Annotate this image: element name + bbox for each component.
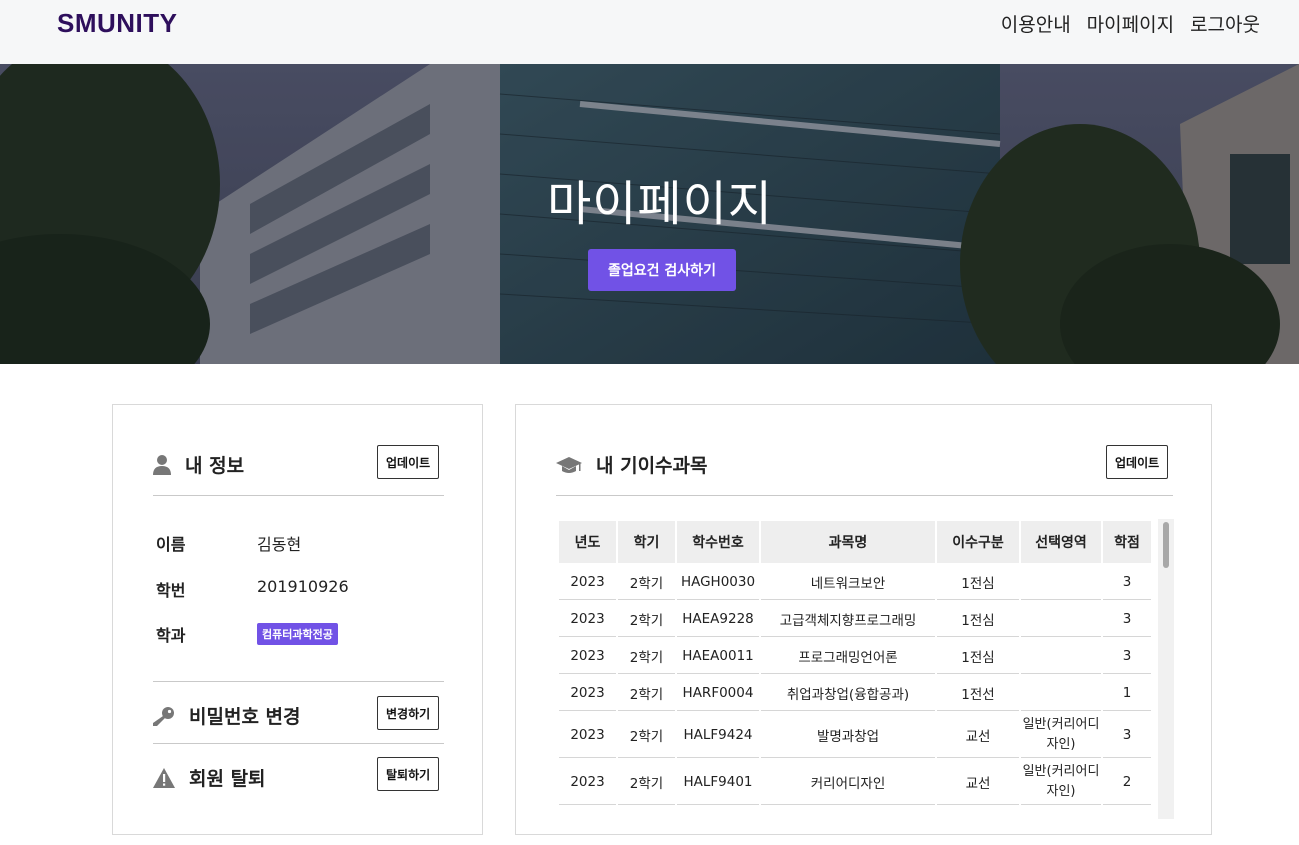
cell-area (1021, 602, 1101, 637)
cell-credits: 3 (1103, 602, 1151, 637)
cell-category: 1전심 (937, 639, 1019, 674)
divider (153, 495, 444, 496)
table-row: 2023 2학기 HAGH0030 네트워크보안 1전심 3 (559, 565, 1151, 600)
cell-semester: 2학기 (618, 713, 675, 758)
cell-credits: 2 (1103, 760, 1151, 805)
col-category: 이수구분 (937, 521, 1019, 563)
cell-area (1021, 676, 1101, 711)
name-label: 이름 (156, 535, 186, 554)
courses-title: 내 기이수과목 (596, 455, 708, 477)
key-icon (153, 706, 174, 726)
password-header: 비밀번호 변경 (153, 702, 301, 729)
table-row: 2023 2학기 HALF9424 발명과창업 교선 일반(커리어디자인) 3 (559, 713, 1151, 758)
scrollbar-thumb[interactable] (1163, 522, 1169, 568)
divider (556, 495, 1173, 496)
profile-update-button[interactable]: 업데이트 (377, 445, 440, 479)
cell-course-name: 취업과창업(융합공과) (761, 676, 935, 711)
cell-course-code: HALF9401 (677, 760, 759, 805)
withdraw-button[interactable]: 탈퇴하기 (377, 757, 440, 791)
cell-credits: 1 (1103, 676, 1151, 711)
cell-course-code: HAEA9228 (677, 602, 759, 637)
cell-credits: 3 (1103, 713, 1151, 758)
col-area: 선택영역 (1021, 521, 1101, 563)
withdraw-title: 회원 탈퇴 (189, 768, 266, 790)
cell-category: 1전심 (937, 565, 1019, 600)
cell-semester: 2학기 (618, 676, 675, 711)
cell-course-name: 발명과창업 (761, 713, 935, 758)
cell-year: 2023 (559, 602, 616, 637)
cell-category: 1전선 (937, 676, 1019, 711)
table-row: 2023 2학기 HAEA0011 프로그래밍언어론 1전심 3 (559, 639, 1151, 674)
student-id-value: 201910926 (257, 577, 349, 596)
courses-update-button[interactable]: 업데이트 (1106, 445, 1169, 479)
password-title: 비밀번호 변경 (189, 706, 301, 728)
cell-semester: 2학기 (618, 760, 675, 805)
table-row: 2023 2학기 HAEA9228 고급객체지향프로그래밍 1전심 3 (559, 602, 1151, 637)
courses-table: 년도 학기 학수번호 과목명 이수구분 선택영역 학점 2023 2학기 HAGH0… (557, 519, 1153, 807)
cell-course-name: 커리어디자인 (761, 760, 935, 805)
cell-course-code: HARF0004 (677, 676, 759, 711)
table-header-row: 년도 학기 학수번호 과목명 이수구분 선택영역 학점 (559, 521, 1151, 563)
profile-card: 내 정보 업데이트 이름 김동현 학번 201910926 학과 컴퓨터과학전공… (112, 404, 483, 835)
warning-icon (153, 767, 175, 788)
user-icon (153, 454, 171, 475)
cell-semester: 2학기 (618, 602, 675, 637)
cell-category: 교선 (937, 713, 1019, 758)
cell-credits: 3 (1103, 639, 1151, 674)
top-navbar: SMUNITY 이용안내 마이페이지 로그아웃 (0, 0, 1299, 64)
cell-course-name: 프로그래밍언어론 (761, 639, 935, 674)
cell-year: 2023 (559, 565, 616, 600)
table-row: 2023 2학기 HARF0004 취업과창업(융합공과) 1전선 1 (559, 676, 1151, 711)
graduation-cap-icon (556, 456, 582, 473)
cell-course-code: HALF9424 (677, 713, 759, 758)
table-row: 2023 2학기 HALF9401 커리어디자인 교선 일반(커리어디자인) 2 (559, 760, 1151, 805)
courses-card: 내 기이수과목 업데이트 년도 학기 학수번호 과목명 이수구분 선택영역 학점… (515, 404, 1212, 835)
courses-table-container[interactable]: 년도 학기 학수번호 과목명 이수구분 선택영역 학점 2023 2학기 HAGH0… (557, 519, 1174, 819)
courses-header: 내 기이수과목 (556, 451, 708, 478)
cell-category: 교선 (937, 760, 1019, 805)
nav-menu: 이용안내 마이페이지 로그아웃 (1001, 10, 1260, 37)
col-credits: 학점 (1103, 521, 1151, 563)
profile-title: 내 정보 (185, 455, 245, 477)
site-logo[interactable]: SMUNITY (57, 8, 178, 39)
hero-banner: 마이페이지 졸업요건 검사하기 (0, 64, 1299, 364)
col-course-name: 과목명 (761, 521, 935, 563)
cell-course-name: 네트워크보안 (761, 565, 935, 600)
col-year: 년도 (559, 521, 616, 563)
student-id-label: 학번 (156, 581, 186, 600)
cell-credits: 3 (1103, 565, 1151, 600)
cell-year: 2023 (559, 760, 616, 805)
nav-guide-link[interactable]: 이용안내 (1001, 10, 1071, 37)
col-semester: 학기 (618, 521, 675, 563)
department-label: 학과 (156, 626, 186, 645)
table-scrollbar[interactable] (1158, 519, 1174, 819)
cell-course-code: HAEA0011 (677, 639, 759, 674)
check-graduation-button[interactable]: 졸업요건 검사하기 (588, 249, 736, 291)
cell-semester: 2학기 (618, 639, 675, 674)
cell-year: 2023 (559, 713, 616, 758)
cell-semester: 2학기 (618, 565, 675, 600)
divider (153, 743, 444, 744)
cell-area (1021, 565, 1101, 600)
cell-category: 1전심 (937, 602, 1019, 637)
cell-year: 2023 (559, 639, 616, 674)
cell-course-code: HAGH0030 (677, 565, 759, 600)
cell-area (1021, 639, 1101, 674)
cell-year: 2023 (559, 676, 616, 711)
name-value: 김동현 (257, 535, 302, 554)
nav-mypage-link[interactable]: 마이페이지 (1087, 10, 1174, 37)
page-title: 마이페이지 (547, 176, 773, 232)
change-password-button[interactable]: 변경하기 (377, 696, 440, 730)
col-course-code: 학수번호 (677, 521, 759, 563)
department-badge: 컴퓨터과학전공 (257, 623, 338, 645)
divider (153, 681, 444, 682)
cell-area: 일반(커리어디자인) (1021, 713, 1101, 758)
profile-header: 내 정보 (153, 451, 244, 478)
withdraw-header: 회원 탈퇴 (153, 764, 266, 791)
cell-area: 일반(커리어디자인) (1021, 760, 1101, 805)
cell-course-name: 고급객체지향프로그래밍 (761, 602, 935, 637)
nav-logout-link[interactable]: 로그아웃 (1190, 10, 1260, 37)
